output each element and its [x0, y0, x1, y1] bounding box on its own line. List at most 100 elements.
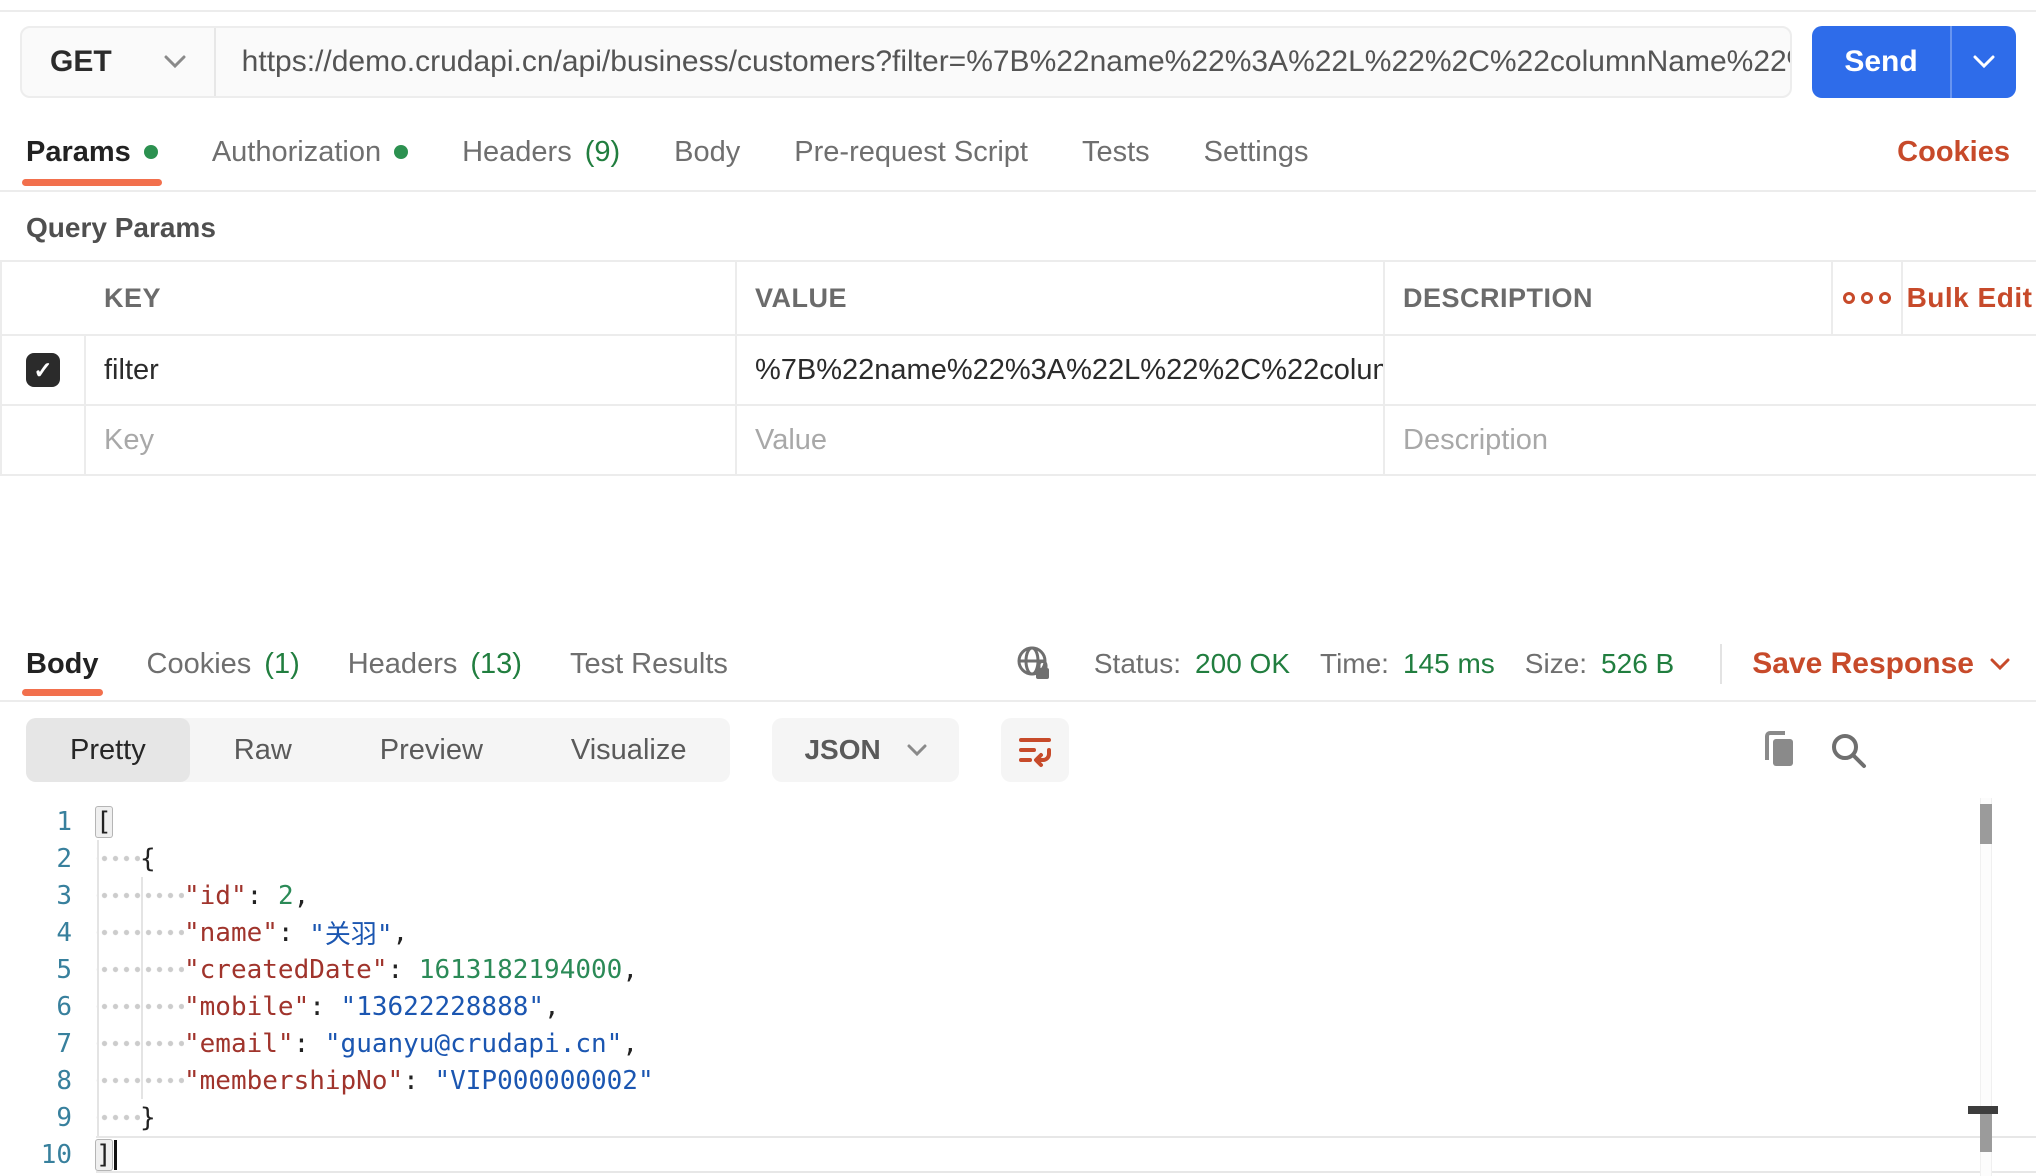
format-select[interactable]: JSON — [772, 718, 958, 782]
view-preview[interactable]: Preview — [336, 718, 527, 782]
wrap-text-button[interactable] — [1001, 718, 1069, 782]
line-number: 6 — [0, 992, 72, 1022]
view-visualize[interactable]: Visualize — [527, 718, 731, 782]
tab-body[interactable]: Body — [674, 114, 740, 190]
url-input[interactable]: https://demo.crudapi.cn/api/business/cus… — [216, 45, 1790, 79]
header-description: DESCRIPTION — [1385, 262, 1833, 334]
active-tab-underline — [22, 179, 162, 186]
url-box: GET https://demo.crudapi.cn/api/business… — [20, 26, 1792, 98]
tab-authorization[interactable]: Authorization — [212, 114, 408, 190]
divider — [1720, 644, 1722, 684]
code-line: 10] — [0, 1136, 2036, 1173]
code-line: 1[ — [0, 803, 2036, 840]
param-key-cell[interactable]: filter — [86, 336, 737, 404]
scrollbar-thumb[interactable] — [1980, 804, 1992, 844]
send-button-label[interactable]: Send — [1812, 26, 1952, 98]
value-input-placeholder[interactable]: Value — [737, 406, 1385, 474]
header-checkbox-column — [2, 262, 86, 334]
tab-label: Params — [26, 136, 131, 169]
row-checkbox-checked[interactable]: ✓ — [26, 353, 60, 387]
table-row-placeholder: Key Value Description — [2, 406, 2036, 476]
line-number: 4 — [0, 918, 72, 948]
line-number: 1 — [0, 807, 72, 837]
code-line: 6"mobile": "13622228888", — [0, 988, 2036, 1025]
tab-params[interactable]: Params — [26, 114, 158, 190]
line-number: 10 — [0, 1140, 72, 1170]
response-header: Body Cookies (1) Headers (13) Test Resul… — [0, 628, 2036, 702]
code-line: 9} — [0, 1099, 2036, 1136]
time-value: 145 ms — [1403, 648, 1495, 680]
description-input-placeholder[interactable]: Description — [1385, 406, 2036, 474]
tab-label: Headers — [462, 136, 572, 169]
green-dot-icon — [394, 145, 408, 159]
tab-label: Authorization — [212, 136, 381, 169]
response-tools — [1758, 728, 2010, 772]
code-lines: 1[2{3"id": 2,4"name": "关羽",5"createdDate… — [0, 803, 2036, 1173]
send-options-button[interactable] — [1952, 26, 2016, 98]
chevron-down-icon — [164, 55, 186, 69]
request-tabs: Params Authorization Headers (9) Body Pr… — [0, 114, 2036, 192]
wrap-text-icon — [1016, 731, 1054, 769]
tab-tests[interactable]: Tests — [1082, 114, 1150, 190]
tab-count: (9) — [585, 136, 620, 169]
response-tab-body[interactable]: Body — [26, 628, 99, 700]
indent-guide — [141, 877, 143, 1099]
code-line: 8"membershipNo": "VIP000000002" — [0, 1062, 2036, 1099]
query-params-table: KEY VALUE DESCRIPTION Bulk Edit ✓ filter… — [0, 260, 2036, 476]
tab-count: (13) — [470, 648, 522, 681]
active-tab-underline — [22, 689, 103, 696]
cookies-link[interactable]: Cookies — [1897, 136, 2010, 169]
key-input-placeholder[interactable]: Key — [86, 406, 737, 474]
code-line: 3"id": 2, — [0, 877, 2036, 914]
tab-label: Pre-request Script — [794, 136, 1028, 169]
tab-label: Headers — [348, 648, 458, 681]
header-key: KEY — [86, 262, 737, 334]
send-button[interactable]: Send — [1812, 26, 2016, 98]
more-options-icon[interactable] — [1833, 262, 1903, 334]
param-description-cell[interactable] — [1385, 336, 2036, 404]
format-label: JSON — [804, 734, 880, 766]
status-label: Status: — [1094, 648, 1181, 680]
response-toolbar: Pretty Raw Preview Visualize JSON — [0, 702, 2036, 798]
param-value-cell[interactable]: %7B%22name%22%3A%22L%22%2C%22columnNa... — [737, 336, 1385, 404]
code-line: 7"email": "guanyu@crudapi.cn", — [0, 1025, 2036, 1062]
method-label: GET — [50, 45, 112, 79]
view-raw[interactable]: Raw — [190, 718, 336, 782]
line-number: 2 — [0, 844, 72, 874]
bulk-edit-button[interactable]: Bulk Edit — [1903, 262, 2036, 334]
code-line: 2{ — [0, 840, 2036, 877]
chevron-down-icon — [1973, 55, 1995, 69]
scrollbar-thumb[interactable] — [1980, 1114, 1992, 1152]
line-number: 5 — [0, 955, 72, 985]
size-value: 526 B — [1601, 648, 1674, 680]
tab-label: Body — [26, 648, 99, 681]
tab-settings[interactable]: Settings — [1204, 114, 1309, 190]
tab-label: Body — [674, 136, 740, 169]
query-params-title: Query Params — [0, 192, 2036, 260]
table-header-row: KEY VALUE DESCRIPTION Bulk Edit — [2, 262, 2036, 336]
save-response-label: Save Response — [1752, 647, 1974, 681]
response-tab-headers[interactable]: Headers (13) — [348, 628, 522, 700]
method-select[interactable]: GET — [22, 28, 216, 96]
status-value: 200 OK — [1195, 648, 1290, 680]
line-number: 3 — [0, 881, 72, 911]
response-tab-test-results[interactable]: Test Results — [570, 628, 728, 700]
line-number: 7 — [0, 1029, 72, 1059]
response-tab-cookies[interactable]: Cookies (1) — [147, 628, 300, 700]
copy-icon[interactable] — [1758, 728, 1800, 772]
tab-label: Tests — [1082, 136, 1150, 169]
search-icon[interactable] — [1826, 728, 1870, 772]
response-body-editor[interactable]: 1[2{3"id": 2,4"name": "关羽",5"createdDate… — [0, 798, 2036, 1176]
save-response-button[interactable]: Save Response — [1752, 647, 2010, 681]
view-pretty[interactable]: Pretty — [26, 718, 190, 782]
tab-headers[interactable]: Headers (9) — [462, 114, 620, 190]
response-view-switch: Pretty Raw Preview Visualize — [26, 718, 730, 782]
header-value: VALUE — [737, 262, 1385, 334]
scrollbar-marker — [1968, 1106, 1998, 1114]
tab-count: (1) — [264, 648, 299, 681]
indent-guide — [97, 840, 99, 1136]
green-dot-icon — [144, 145, 158, 159]
globe-lock-icon[interactable] — [1012, 642, 1056, 686]
tab-pre-request-script[interactable]: Pre-request Script — [794, 114, 1028, 190]
line-number: 8 — [0, 1066, 72, 1096]
